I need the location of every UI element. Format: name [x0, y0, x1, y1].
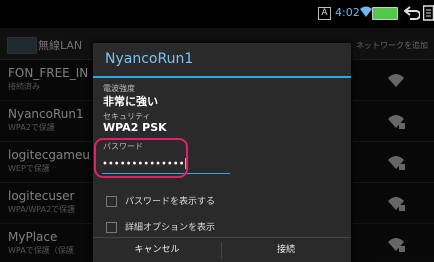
show-password-label: パスワードを表示する [125, 197, 216, 207]
password-highlight-annotation [94, 138, 188, 178]
signal-strength-value: 非常に強い [103, 95, 158, 108]
cancel-button[interactable]: キャンセル [93, 238, 221, 262]
advanced-options-checkbox[interactable] [106, 222, 117, 233]
wifi-status-icon [360, 6, 372, 21]
wifi-connect-dialog: NyancoRun1 電波強度 非常に強い セキュリティ WPA2 PSK パス… [93, 43, 351, 262]
dialog-title: NyancoRun1 [105, 51, 194, 67]
connect-button[interactable]: 接続 [222, 238, 350, 262]
advanced-options-label: 詳細オプションを表示 [125, 223, 216, 233]
dialog-divider [93, 76, 351, 78]
dialog-button-bar: キャンセル 接続 [93, 237, 351, 262]
status-time: 4:02 [335, 6, 360, 19]
ime-indicator: A [318, 7, 331, 20]
show-password-checkbox[interactable] [106, 196, 117, 207]
status-bar: A 4:02 [0, 0, 434, 28]
battery-icon [372, 7, 398, 20]
menu-icon[interactable] [422, 5, 434, 21]
back-icon[interactable] [403, 5, 421, 25]
security-value: WPA2 PSK [103, 121, 167, 134]
screen: A 4:02 無線LAN ネットワークを追加 FON_FREE_IN 接続済み … [0, 0, 434, 262]
